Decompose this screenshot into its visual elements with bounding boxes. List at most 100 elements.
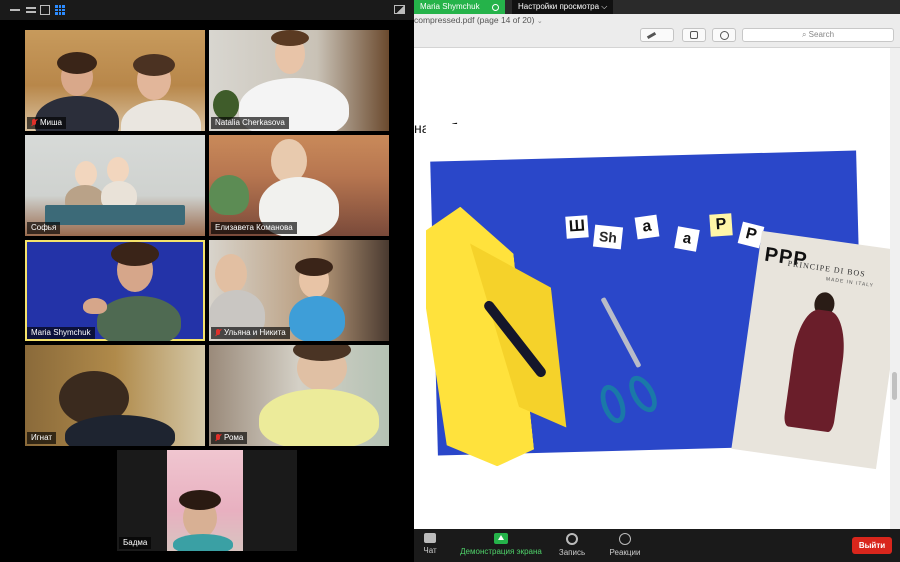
participant-name-label: Natalia Cherkasova (211, 117, 289, 129)
scrollbar-thumb[interactable] (892, 372, 897, 400)
participant-name-label: Миша (27, 117, 66, 129)
cutout-letter: Sh (592, 224, 624, 250)
rotate-icon (690, 31, 698, 39)
participant-hair (133, 54, 175, 76)
participant-name: Игнат (31, 433, 53, 442)
sharing-status-icon (491, 3, 499, 11)
chevron-down-icon: ⌵ (601, 2, 608, 11)
background-item (209, 175, 249, 215)
cutout-letter: а (674, 226, 700, 252)
zoom-window: Миша Natalia Cherkasova Софья Елизавета … (0, 0, 900, 562)
cutout-letter: а (634, 214, 660, 240)
mic-muted-icon (215, 329, 221, 337)
participant-name-label: Игнат (27, 432, 57, 444)
video-tile-natalia[interactable]: Natalia Cherkasova (209, 30, 389, 131)
magazine-subtitle: MADE IN ITALY (825, 276, 875, 289)
participant-hair (271, 30, 309, 46)
share-screen-icon (494, 533, 508, 544)
gallery-toolbar (0, 0, 414, 20)
participant-name-label: Maria Shymchuk (27, 327, 95, 339)
markup-pen-button[interactable] (640, 28, 674, 42)
participant-name-label: Рома (211, 432, 248, 444)
chat-button[interactable]: Чат (418, 533, 442, 561)
participant-body (289, 296, 345, 341)
view-options-label: Настройки просмотра (518, 2, 600, 11)
thumbnail-view-icon[interactable] (40, 5, 50, 15)
participant-body (259, 389, 379, 446)
record-label: Запись (558, 548, 586, 557)
participant-name: Елизавета Команова (215, 223, 293, 232)
speaker-view-icon[interactable] (26, 5, 36, 15)
annotate-button[interactable] (712, 28, 736, 42)
participant-name-label: Ульяна и Никита (211, 327, 290, 339)
minimize-icon[interactable] (10, 9, 20, 11)
participant-hair (57, 52, 97, 74)
participant-name-label: Софья (27, 222, 61, 234)
video-tile-roma[interactable]: Рома (209, 345, 389, 446)
mic-muted-icon (31, 119, 37, 127)
participant-face (215, 254, 247, 294)
craft-photo: Ш Sh а а Р Р РРР PRINCIPE DI BOS MADE IN… (426, 124, 890, 476)
video-tile-elizaveta[interactable]: Елизавета Команова (209, 135, 389, 236)
participant-name: Софья (31, 223, 57, 232)
document-title-text: compressed.pdf (page 14 of 20) (414, 15, 535, 25)
pdf-viewer-toolbar: compressed.pdf (page 14 of 20) ⌄ ⌕ Searc… (414, 14, 900, 48)
participant-body (97, 296, 181, 341)
search-placeholder: Search (808, 30, 835, 39)
pen-icon (646, 31, 657, 40)
participant-body (121, 100, 201, 131)
participant-name: Ульяна и Никита (224, 328, 286, 337)
gallery-view: Миша Natalia Cherkasova Софья Елизавета … (0, 0, 414, 562)
chat-icon (424, 533, 436, 543)
chevron-down-icon: ⌄ (536, 18, 543, 25)
meeting-controls: Чат Демонстрация экрана Запись Реакции В… (414, 529, 900, 562)
video-tile-ignat[interactable]: Игнат (25, 345, 205, 446)
share-screen-label: Демонстрация экрана (460, 547, 542, 556)
video-tile-badma[interactable]: Бадма (117, 450, 297, 551)
mic-muted-icon (215, 434, 221, 442)
participant-face (75, 161, 97, 187)
cutout-letter: Ш (565, 215, 589, 239)
cutout-letter: Р (709, 213, 733, 237)
participant-name: Бадма (123, 538, 148, 547)
participant-name: Natalia Cherkasova (215, 118, 285, 127)
participant-name: Рома (224, 433, 244, 442)
participant-name-label: Бадма (119, 537, 152, 549)
share-screen-button[interactable]: Демонстрация экрана (458, 533, 544, 561)
participant-name-label: Елизавета Команова (211, 222, 297, 234)
video-tile-misha[interactable]: Миша (25, 30, 205, 131)
search-icon: ⌕ (801, 30, 807, 39)
search-field[interactable]: ⌕ Search (742, 28, 894, 42)
participant-face (107, 157, 129, 183)
chat-label: Чат (423, 546, 437, 555)
sharer-badge[interactable]: Maria Shymchuk (414, 0, 505, 14)
record-button[interactable]: Запись (556, 533, 588, 561)
leave-meeting-button[interactable]: Выйти (852, 537, 892, 554)
record-icon (566, 533, 578, 545)
participant-hair (295, 258, 333, 276)
exit-fullscreen-icon[interactable] (394, 5, 405, 14)
view-options-button[interactable]: Настройки просмотра ⌵ (512, 0, 614, 14)
video-tile-sofya[interactable]: Софья (25, 135, 205, 236)
participant-hair (111, 242, 159, 266)
reactions-icon (619, 533, 631, 545)
gallery-grid-icon[interactable] (55, 5, 65, 15)
video-tile-ulyana-nikita[interactable]: Ульяна и Никита (209, 240, 389, 341)
table (45, 205, 185, 225)
participant-hand (83, 298, 107, 314)
participant-name: Миша (40, 118, 62, 127)
scrollbar-track[interactable] (890, 48, 900, 529)
share-status-bar: Maria Shymchuk Настройки просмотра ⌵ (414, 0, 900, 14)
reactions-button[interactable]: Реакции (608, 533, 642, 561)
sharer-name: Maria Shymchuk (420, 2, 480, 11)
model-figure (783, 306, 850, 433)
participant-body (65, 415, 175, 446)
rotate-button[interactable] (682, 28, 706, 42)
document-title: compressed.pdf (page 14 of 20) ⌄ (414, 15, 543, 25)
annotate-icon (720, 31, 729, 40)
participant-hair (179, 490, 221, 510)
plant (213, 90, 239, 120)
video-tile-maria[interactable]: Maria Shymchuk (25, 240, 205, 341)
participant-name: Maria Shymchuk (31, 328, 91, 337)
reactions-label: Реакции (609, 548, 641, 557)
